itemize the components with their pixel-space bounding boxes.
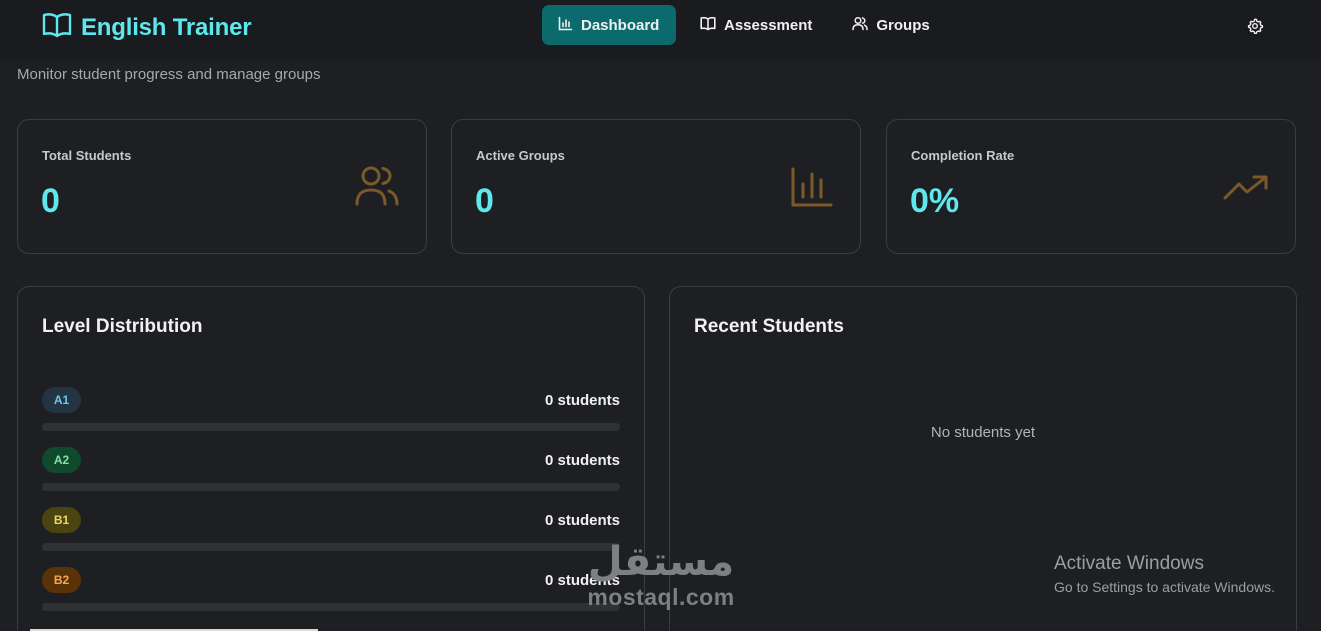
level-count: 0 students (544, 452, 620, 469)
level-progress-track (42, 483, 620, 491)
level-distribution-panel: Level Distribution A1 0 students A2 0 stude… (17, 286, 645, 631)
level-badge: B1 (42, 507, 81, 533)
level-badge: B2 (42, 567, 81, 593)
level-count: 0 students (544, 392, 620, 409)
stat-label: Total Students (42, 148, 132, 163)
level-progress-track (42, 543, 620, 551)
settings-button[interactable] (1246, 17, 1264, 35)
nav-dashboard[interactable]: Dashboard (542, 5, 676, 45)
stat-value: 0 (41, 182, 60, 220)
level-row: A1 0 students (42, 387, 620, 435)
page-subtitle: Monitor student progress and manage grou… (17, 66, 321, 83)
level-progress-track (42, 423, 620, 431)
bar-chart-icon (558, 16, 573, 35)
nav-groups-label: Groups (876, 16, 930, 34)
book-icon (700, 16, 716, 35)
level-badge: A1 (42, 387, 81, 413)
users-icon (852, 16, 869, 35)
gear-icon (1247, 18, 1264, 34)
level-row: B2 0 students (42, 567, 620, 615)
stat-label: Active Groups (476, 148, 565, 163)
trending-up-icon (1223, 174, 1269, 205)
level-badge: A2 (42, 447, 81, 473)
level-progress-track (42, 603, 620, 611)
stat-card-completion-rate: Completion Rate 0% (886, 119, 1296, 254)
nav-groups[interactable]: Groups (836, 5, 945, 45)
activate-windows-subtitle: Go to Settings to activate Windows. (1054, 579, 1275, 595)
watermark: مستقل mostaql.com (580, 540, 742, 611)
nav-assessment[interactable]: Assessment (684, 5, 828, 45)
level-row: A2 0 students (42, 447, 620, 495)
stat-card-active-groups: Active Groups 0 (451, 119, 861, 254)
panel-title: Level Distribution (42, 316, 203, 337)
panel-title: Recent Students (694, 316, 844, 337)
main-nav: Dashboard Assessment Groups (542, 5, 946, 45)
nav-assessment-label: Assessment (724, 16, 813, 34)
stat-label: Completion Rate (911, 148, 1015, 163)
level-row: B1 0 students (42, 507, 620, 555)
activate-windows-title: Activate Windows (1054, 553, 1204, 574)
activate-windows-overlay: Activate Windows Go to Settings to activ… (1054, 553, 1275, 595)
stat-value: 0 (475, 182, 494, 220)
book-open-icon (42, 12, 72, 43)
bar-chart-icon (790, 166, 834, 213)
app-title: English Trainer (81, 13, 252, 41)
watermark-latin: mostaql.com (587, 584, 735, 610)
top-navbar: English Trainer Dashboard Assessment Gro… (0, 0, 1321, 61)
nav-dashboard-label: Dashboard (581, 16, 660, 34)
stat-value: 0% (910, 182, 960, 220)
users-icon (354, 164, 400, 213)
stat-card-total-students: Total Students 0 (17, 119, 427, 254)
level-count: 0 students (544, 512, 620, 529)
empty-state-message: No students yet (930, 424, 1036, 441)
brand[interactable]: English Trainer (42, 12, 252, 43)
watermark-arabic: مستقل (587, 539, 735, 585)
